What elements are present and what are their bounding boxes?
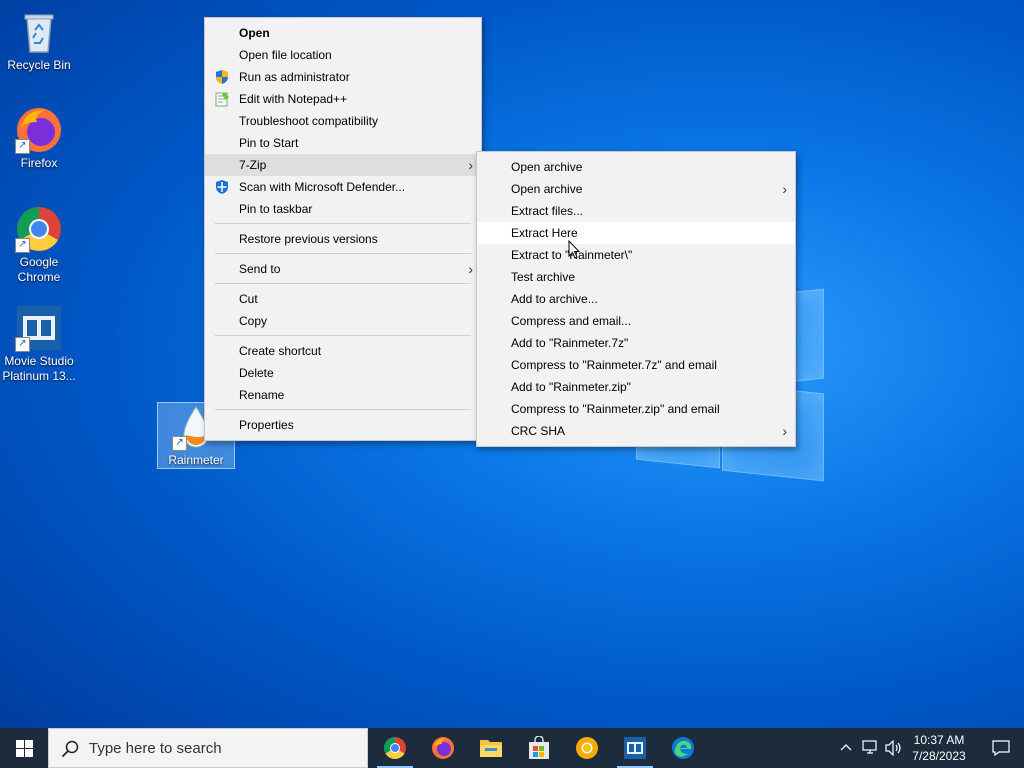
mouse-cursor-icon bbox=[568, 240, 580, 259]
submenu-item-compress-zip-email[interactable]: Compress to "Rainmeter.zip" and email bbox=[477, 398, 795, 420]
defender-shield-icon bbox=[214, 179, 230, 195]
menu-separator bbox=[215, 283, 471, 284]
taskbar-app-movie-studio[interactable] bbox=[611, 728, 659, 768]
menu-item-send-to[interactable]: Send to › bbox=[205, 258, 481, 280]
notepad-plus-icon bbox=[214, 91, 230, 107]
recycle-bin-icon bbox=[15, 8, 63, 56]
submenu-item-extract-to[interactable]: Extract to "Rainmeter\" bbox=[477, 244, 795, 266]
submenu-item-extract-files[interactable]: Extract files... bbox=[477, 200, 795, 222]
movie-studio-icon: ↗ bbox=[15, 304, 63, 352]
taskbar-clock[interactable]: 10:37 AM 7/28/2023 bbox=[904, 732, 974, 764]
desktop-icon-chrome[interactable]: ↗ Google Chrome bbox=[1, 205, 77, 285]
search-icon bbox=[61, 740, 79, 758]
store-bag-icon bbox=[529, 736, 549, 759]
desktop-icon-movie-studio[interactable]: ↗ Movie Studio Platinum 13... bbox=[1, 304, 77, 384]
menu-item-pin-start[interactable]: Pin to Start bbox=[205, 132, 481, 154]
taskbar-app-file-explorer[interactable] bbox=[467, 728, 515, 768]
menu-item-pin-taskbar[interactable]: Pin to taskbar bbox=[205, 198, 481, 220]
firefox-icon: ↗ bbox=[15, 106, 63, 154]
shortcut-arrow-icon: ↗ bbox=[15, 238, 30, 253]
chevron-right-icon: › bbox=[468, 261, 473, 277]
start-button[interactable] bbox=[0, 728, 48, 768]
shortcut-arrow-icon: ↗ bbox=[172, 436, 187, 451]
menu-item-create-shortcut[interactable]: Create shortcut bbox=[205, 340, 481, 362]
menu-separator bbox=[215, 253, 471, 254]
uac-shield-icon bbox=[214, 69, 230, 85]
clock-date: 7/28/2023 bbox=[912, 749, 966, 763]
taskbar-app-firefox[interactable] bbox=[419, 728, 467, 768]
submenu-item-extract-here[interactable]: Extract Here bbox=[477, 222, 795, 244]
menu-separator bbox=[215, 223, 471, 224]
submenu-item-test-archive[interactable]: Test archive bbox=[477, 266, 795, 288]
desktop-icon-label: Recycle Bin bbox=[7, 58, 71, 72]
submenu-item-open-archive[interactable]: Open archive bbox=[477, 156, 795, 178]
menu-item-troubleshoot[interactable]: Troubleshoot compatibility bbox=[205, 110, 481, 132]
desktop-icon-firefox[interactable]: ↗ Firefox bbox=[1, 106, 77, 171]
menu-item-open[interactable]: Open bbox=[205, 22, 481, 44]
notification-center-button[interactable] bbox=[978, 728, 1024, 768]
submenu-item-compress-email[interactable]: Compress and email... bbox=[477, 310, 795, 332]
submenu-item-add-to-archive[interactable]: Add to archive... bbox=[477, 288, 795, 310]
menu-item-run-as-admin[interactable]: Run as administrator bbox=[205, 66, 481, 88]
search-placeholder: Type here to search bbox=[89, 740, 222, 757]
shortcut-arrow-icon: ↗ bbox=[15, 337, 30, 352]
chrome-canary-icon bbox=[576, 737, 598, 759]
menu-item-restore-versions[interactable]: Restore previous versions bbox=[205, 228, 481, 250]
taskbar: Type here to search 10:37 AM 7/28/2023 bbox=[0, 728, 1024, 768]
submenu-item-add-7z[interactable]: Add to "Rainmeter.7z" bbox=[477, 332, 795, 354]
desktop-icon-label: Firefox bbox=[20, 156, 58, 170]
submenu-item-open-archive-more[interactable]: Open archive › bbox=[477, 178, 795, 200]
submenu-item-add-zip[interactable]: Add to "Rainmeter.zip" bbox=[477, 376, 795, 398]
desktop-icon-label: Google Chrome bbox=[17, 255, 61, 284]
shortcut-arrow-icon: ↗ bbox=[15, 139, 30, 154]
taskbar-app-canary[interactable] bbox=[563, 728, 611, 768]
chrome-icon bbox=[384, 737, 406, 759]
menu-separator bbox=[215, 335, 471, 336]
menu-item-edit-notepad[interactable]: Edit with Notepad++ bbox=[205, 88, 481, 110]
taskbar-app-chrome[interactable] bbox=[371, 728, 419, 768]
menu-item-7zip[interactable]: 7-Zip › bbox=[205, 154, 481, 176]
chrome-icon: ↗ bbox=[15, 205, 63, 253]
submenu-7zip: Open archive Open archive › Extract file… bbox=[476, 151, 796, 447]
taskbar-search-box[interactable]: Type here to search bbox=[48, 728, 368, 768]
windows-logo-icon bbox=[16, 740, 33, 757]
menu-item-rename[interactable]: Rename bbox=[205, 384, 481, 406]
menu-item-delete[interactable]: Delete bbox=[205, 362, 481, 384]
taskbar-app-store[interactable] bbox=[515, 728, 563, 768]
menu-item-cut[interactable]: Cut bbox=[205, 288, 481, 310]
desktop-icon-label: Rainmeter bbox=[168, 453, 224, 467]
notification-icon bbox=[992, 740, 1010, 756]
chevron-up-icon bbox=[840, 744, 852, 751]
chevron-right-icon: › bbox=[782, 181, 787, 197]
menu-item-copy[interactable]: Copy bbox=[205, 310, 481, 332]
folder-icon bbox=[480, 740, 502, 757]
taskbar-app-edge[interactable] bbox=[659, 728, 707, 768]
network-icon bbox=[862, 740, 877, 754]
volume-icon bbox=[885, 740, 901, 756]
context-menu: Open Open file location Run as administr… bbox=[204, 17, 482, 441]
submenu-item-crc-sha[interactable]: CRC SHA › bbox=[477, 420, 795, 442]
menu-separator bbox=[215, 409, 471, 410]
firefox-icon bbox=[432, 737, 454, 759]
chevron-right-icon: › bbox=[468, 157, 473, 173]
submenu-item-compress-7z-email[interactable]: Compress to "Rainmeter.7z" and email bbox=[477, 354, 795, 376]
menu-item-properties[interactable]: Properties bbox=[205, 414, 481, 436]
clock-time: 10:37 AM bbox=[913, 733, 965, 747]
menu-item-scan-defender[interactable]: Scan with Microsoft Defender... bbox=[205, 176, 481, 198]
chevron-right-icon: › bbox=[782, 423, 787, 439]
movie-studio-icon bbox=[624, 737, 646, 759]
desktop-icon-recycle-bin[interactable]: Recycle Bin bbox=[1, 8, 77, 73]
desktop-icon-label: Movie Studio Platinum 13... bbox=[2, 354, 76, 383]
menu-item-open-file-location[interactable]: Open file location bbox=[205, 44, 481, 66]
edge-icon bbox=[672, 737, 694, 759]
